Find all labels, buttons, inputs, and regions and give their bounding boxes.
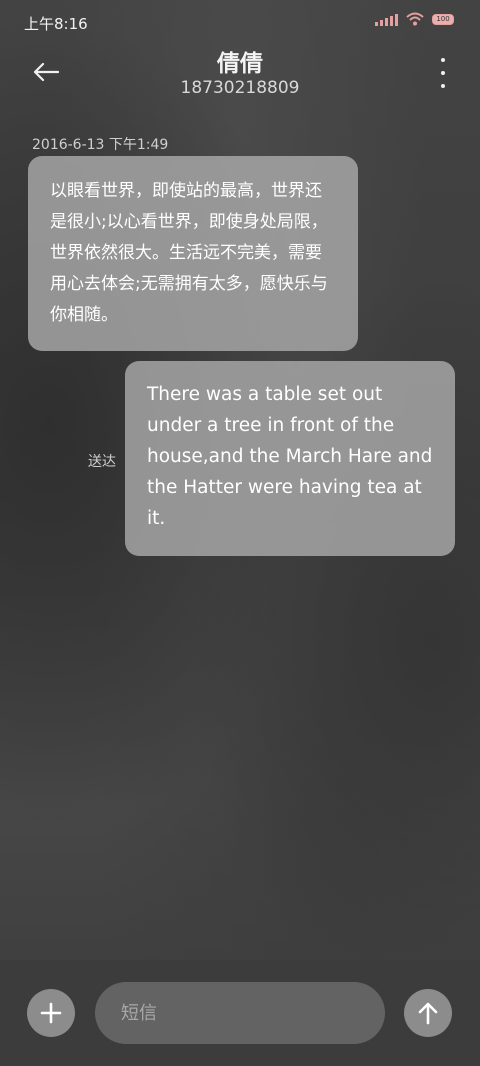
received-message-text: 以眼看世界，即使站的最高，世界还是很小;以心看世界，即使身处局限，世界依然很大。… <box>50 181 328 325</box>
contact-name: 倩倩 <box>217 51 263 77</box>
more-vertical-icon <box>441 58 445 62</box>
sent-message-bubble[interactable]: There was a table set out under a tree i… <box>125 361 455 556</box>
more-vertical-icon-dot <box>441 84 445 88</box>
status-icons: 100 <box>375 12 454 26</box>
battery-icon: 100 <box>432 13 454 25</box>
add-attachment-button[interactable] <box>27 989 75 1037</box>
conversation-header: 倩倩 18730218809 <box>0 44 480 104</box>
more-vertical-icon-dot <box>441 71 445 75</box>
status-bar: 上午8:16 100 <box>0 0 480 44</box>
message-input[interactable] <box>95 982 385 1044</box>
message-timestamp: 2016-6-13 下午1:49 <box>32 137 169 153</box>
send-button[interactable] <box>404 989 452 1037</box>
delivery-status: 送达 <box>88 454 116 470</box>
status-time: 上午8:16 <box>24 15 88 33</box>
plus-icon <box>40 1002 62 1024</box>
cellular-signal-icon <box>375 12 398 26</box>
battery-level: 100 <box>436 15 450 23</box>
arrow-up-icon <box>418 1002 438 1025</box>
contact-number: 18730218809 <box>180 78 300 98</box>
wifi-icon <box>406 12 424 26</box>
received-message-bubble[interactable]: 以眼看世界，即使站的最高，世界还是很小;以心看世界，即使身处局限，世界依然很大。… <box>28 156 358 351</box>
more-options-button[interactable] <box>436 58 450 88</box>
sent-message-text: There was a table set out under a tree i… <box>147 384 433 529</box>
composer-bar <box>0 960 480 1066</box>
